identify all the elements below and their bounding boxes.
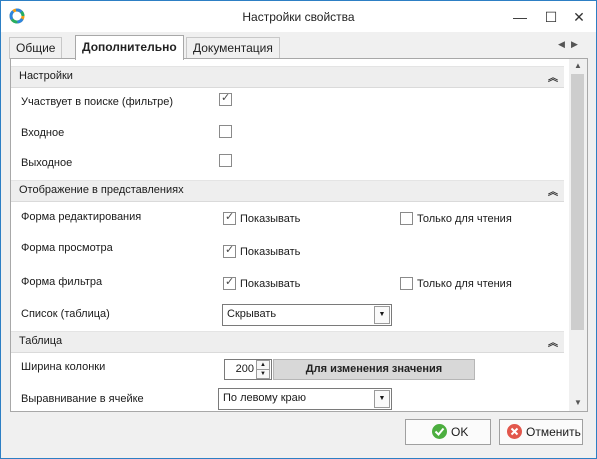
view-form-show-label: Показывать <box>240 246 301 258</box>
edit-form-show-label: Показывать <box>240 213 301 225</box>
view-form-label: Форма просмотра <box>21 242 113 254</box>
edit-form-show-checkbox[interactable]: ✓ <box>223 211 236 225</box>
cell-alignment-select[interactable]: По левому краю ▼ <box>218 388 392 410</box>
view-form-show-checkbox[interactable]: ✓ <box>223 244 236 258</box>
dropdown-arrow-icon[interactable]: ▼ <box>374 306 390 324</box>
output-label: Выходное <box>21 157 73 169</box>
collapse-icon[interactable]: ︽ <box>548 69 558 84</box>
scroll-down-icon[interactable]: ▼ <box>569 396 587 410</box>
section-title: Настройки <box>19 70 73 82</box>
select-value: Скрывать <box>227 308 277 320</box>
cell-alignment-label: Выравнивание в ячейке <box>21 393 144 405</box>
section-title: Отображение в представлениях <box>19 184 184 196</box>
list-table-label: Список (таблица) <box>21 308 110 320</box>
ok-button[interactable]: OK <box>405 419 491 445</box>
search-participation-label: Участвует в поиске (фильтре) <box>21 96 174 108</box>
spinner-value: 200 <box>235 363 254 375</box>
minimize-icon[interactable]: — <box>509 7 531 27</box>
tab-general[interactable]: Общие <box>9 37 63 59</box>
output-checkbox[interactable] <box>219 154 232 167</box>
select-value: По левому краю <box>223 392 306 404</box>
collapse-icon[interactable]: ︽ <box>548 334 558 349</box>
cancel-x-icon <box>507 424 522 439</box>
filter-form-show-label: Показывать <box>240 278 301 290</box>
filter-form-readonly-label: Только для чтения <box>417 278 512 290</box>
tab-bar: Общие Дополнительно Документация ◀ ▶ <box>9 35 587 60</box>
spin-down-icon[interactable]: ▼ <box>256 369 270 379</box>
cancel-label: Отменить <box>526 425 581 439</box>
column-width-spinner[interactable]: 200 ▲ ▼ <box>224 359 272 380</box>
properties-panel: Настройки ︽ Участвует в поиске (фильтре)… <box>10 58 588 412</box>
ok-check-icon <box>432 424 447 439</box>
edit-form-readonly-checkbox[interactable] <box>400 212 413 225</box>
section-header-table[interactable]: Таблица ︽ <box>11 331 564 353</box>
tab-scroll-right-icon[interactable]: ▶ <box>571 39 578 50</box>
vertical-scrollbar[interactable]: ▲ ▼ <box>569 59 587 411</box>
list-visibility-select[interactable]: Скрывать ▼ <box>222 304 392 326</box>
check-icon: ✓ <box>225 244 235 256</box>
check-icon: ✓ <box>225 276 235 288</box>
tab-additional[interactable]: Дополнительно <box>75 35 184 60</box>
change-value-button[interactable]: Для изменения значения <box>273 359 475 380</box>
section-header-settings[interactable]: Настройки ︽ <box>11 66 564 88</box>
search-participation-checkbox[interactable]: ✓ <box>219 92 232 106</box>
settings-dialog: Настройки свойства — ☐ ✕ Общие Дополните… <box>0 0 597 459</box>
input-checkbox[interactable] <box>219 125 232 138</box>
edit-form-readonly-label: Только для чтения <box>417 213 512 225</box>
check-icon: ✓ <box>225 211 235 223</box>
check-icon: ✓ <box>221 92 231 104</box>
filter-form-readonly-checkbox[interactable] <box>400 277 413 290</box>
window-title: Настройки свойства <box>242 10 355 24</box>
ok-label: OK <box>451 425 469 439</box>
column-width-label: Ширина колонки <box>21 361 106 373</box>
filter-form-label: Форма фильтра <box>21 276 103 288</box>
title-bar: Настройки свойства — ☐ ✕ <box>1 1 596 32</box>
scrollbar-thumb[interactable] <box>571 74 584 330</box>
input-label: Входное <box>21 127 65 139</box>
section-title: Таблица <box>19 335 63 347</box>
cancel-button[interactable]: Отменить <box>499 419 583 445</box>
maximize-icon[interactable]: ☐ <box>540 7 562 27</box>
collapse-icon[interactable]: ︽ <box>548 183 558 198</box>
tab-documentation[interactable]: Документация <box>186 37 280 59</box>
close-icon[interactable]: ✕ <box>568 7 590 27</box>
scroll-up-icon[interactable]: ▲ <box>569 59 587 73</box>
section-header-display[interactable]: Отображение в представлениях ︽ <box>11 180 564 202</box>
tab-scroll-left-icon[interactable]: ◀ <box>558 39 565 50</box>
edit-form-label: Форма редактирования <box>21 211 142 223</box>
filter-form-show-checkbox[interactable]: ✓ <box>223 276 236 290</box>
dialog-footer: OK Отменить <box>1 410 596 458</box>
dropdown-arrow-icon[interactable]: ▼ <box>374 390 390 408</box>
